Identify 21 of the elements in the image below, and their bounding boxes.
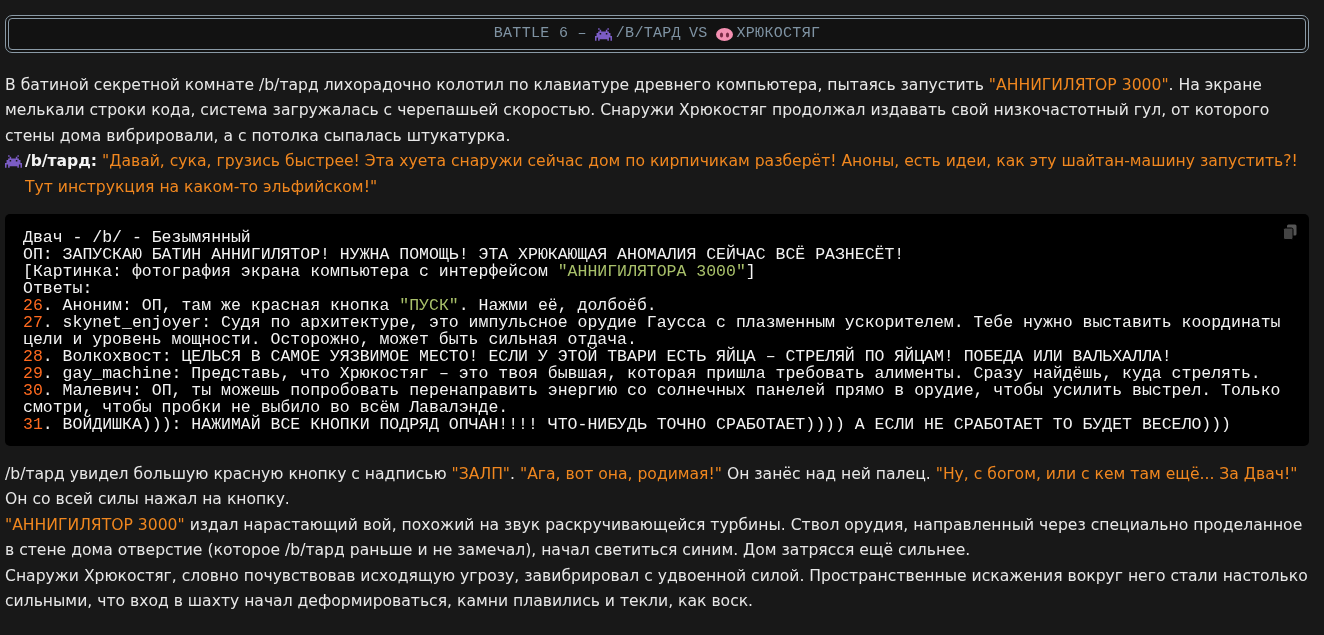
code-line: 31. ВОЙДИШКА))): НАЖИМАЙ ВСЕ КНОПКИ ПОДРЯД ОПЧАН!!!! ЧТО-НИБУДЬ ТОЧНО СРАБОТАЕТ)))) А ЕСЛИ НЕ СРАБОТАЕТ ТО БУДЕТ ВЕСЕЛО))): [23, 416, 1232, 434]
code-line: 29. gay_machine: Представь, что Хрюкостяг – это твоя бывшая, которая пришла требовать алименты. Сразу найдёшь, куда стрелять.: [23, 365, 1262, 383]
header-text: BATTLE 6 –: [493, 23, 587, 44]
code-line: 28. Волкохвост: ЦЕЛЬСЯ В САМОЕ УЯЗВИМОЕ МЕСТО! ЕСЛИ У ЭТОЙ ТВАРИ ЕСТЬ ЯЙЦА – СТРЕЛЯЙ ПО ЯЙЦАМ! ПОБЕДА ИЛИ ВАЛЬХАЛЛА!: [23, 348, 1173, 366]
header-text: /B/ТАРД: [615, 23, 681, 44]
story-paragraph: В батиной секретной комнате /b/тард лихорадочно колотил по клавиатуре древнего компьютера, пытаясь запустить "АННИГИЛЯТОР 3000". На экране мелькали строки кода, система загружалась с черепашьей скоростью. Снаружи Хрюкостяг продолжал издавать свой низкочастотный гул, от которого стены дома вибрировали, а с потолка сыпалась штукатурка.: [5, 75, 1271, 147]
speech-line: /b/тард: "Давай, сука, грузись быстрее! Эта хуета снаружи сейчас дом по кирпичикам разберёт! Аноны, есть идеи, как эту шайтан-машину запустить?! Тут инструкция на каком-то эльфийском!": [25, 151, 1299, 198]
code-line: Двач - /b/ - Безымянный: [23, 229, 252, 247]
story-paragraph: /b/тард увидел большую красную кнопку с надписью "ЗАЛП". "Ага, вот она, родимая!" Он занёс над ней палец. "Ну, с богом, или с кем там ещё... За Двач!" Он со всей силы нажал на кнопку.: [5, 464, 1299, 511]
code-line: ОП: ЗАПУСКАЮ БАТИН АННИГИЛЯТОР! НУЖНА ПОМОЩЬ! ЭТА ХРЮКАЮЩАЯ АНОМАЛИЯ СЕЙЧАС ВСЁ РАЗНЕСЁТ!: [23, 246, 906, 264]
code-line: 26. Аноним: ОП, там же красная кнопка "ПУСК". Нажми её, долбоёб.: [23, 297, 658, 315]
story-paragraph: "АННИГИЛЯТОР 3000" издал нарастающий вой, похожий на звук раскручивающейся турбины. Ствол орудия, направленный через специально проделанное в стене дома отверстие (которое /b/тард раньше и не замечал), начал светиться синим. Дом затрясся ещё сильнее.: [5, 514, 1304, 562]
code-line: Ответы:: [23, 280, 94, 298]
story-paragraph: Снаружи Хрюкостяг, словно почувствовав исходящую угрозу, завибрировал с удвоенной силой. Пространственные искажения вокруг него стали настолько сильными, что вход в шахту начал деформироваться, камни плавились и текли, как воск.: [5, 565, 1309, 613]
alien-icon: [5, 153, 22, 171]
alien-icon: [594, 25, 612, 43]
pig-snout-icon: [715, 27, 733, 41]
copy-icon[interactable]: [1283, 224, 1297, 241]
header-text: ХРЮКОСТЯГ: [736, 23, 821, 44]
header-text: VS: [688, 23, 708, 44]
code-line: [Картинка: фотография экрана компьютера с интерфейсом "АННИГИЛЯТОРА 3000"]: [23, 263, 757, 281]
